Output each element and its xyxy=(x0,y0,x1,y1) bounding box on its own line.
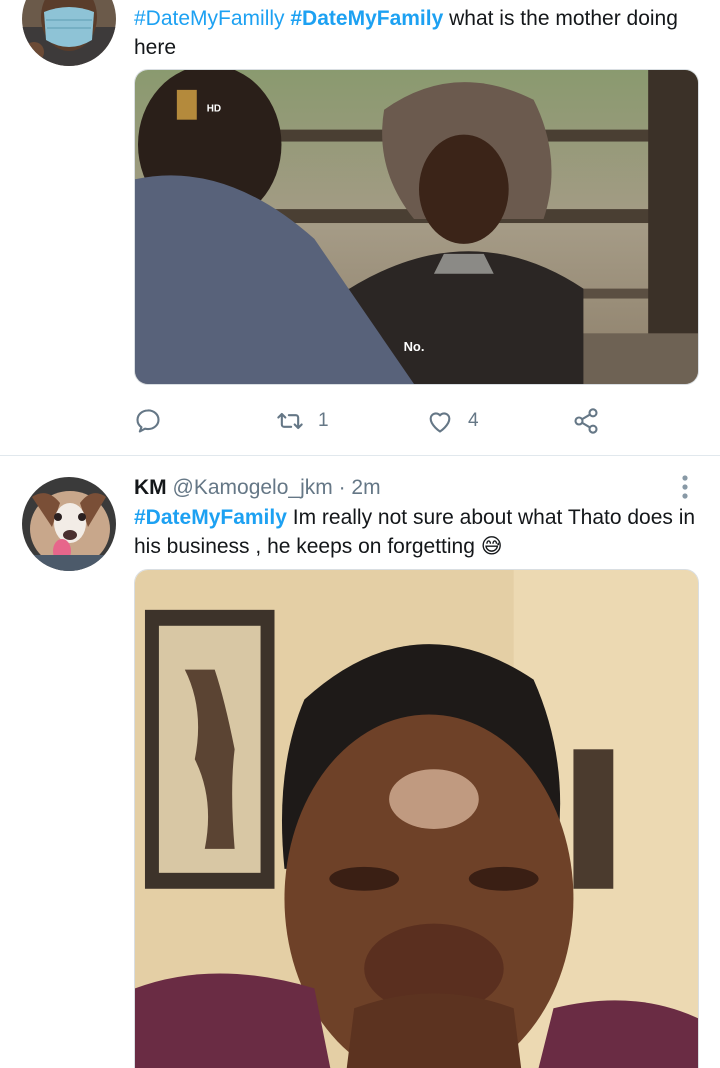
share-icon xyxy=(574,408,598,434)
hashtag-link[interactable]: #DateMyFamilly xyxy=(134,7,285,30)
like-count: 4 xyxy=(468,410,479,431)
tweet1-actions: 1 4 xyxy=(134,404,704,438)
timeline: #DateMyFamilly #DateMyFamily what is the… xyxy=(0,0,720,1068)
avatar-tweet2[interactable] xyxy=(22,477,116,571)
tweet2-text: #DateMyFamily Im really not sure about w… xyxy=(134,503,704,561)
video-subtitle: No. xyxy=(404,339,425,354)
reply-button[interactable] xyxy=(134,404,162,438)
retweet-icon xyxy=(277,412,303,430)
tweet1-image[interactable]: HD No. xyxy=(134,69,699,385)
tweet2-image[interactable] xyxy=(134,569,699,1068)
tweet-divider xyxy=(0,455,720,456)
share-button[interactable] xyxy=(572,404,600,438)
retweet-button[interactable]: 1 xyxy=(276,404,329,438)
retweet-count: 1 xyxy=(318,410,329,431)
reply-icon xyxy=(136,409,160,433)
hd-badge: HD xyxy=(207,104,221,115)
author-name[interactable]: KM xyxy=(134,476,167,499)
tweet-time[interactable]: 2m xyxy=(351,476,380,499)
meta-separator: · xyxy=(332,476,352,499)
heart-icon xyxy=(429,412,451,433)
tweet2-header: KM @Kamogelo_jkm · 2m xyxy=(134,474,381,502)
hashtag-link[interactable]: #DateMyFamily xyxy=(290,7,443,30)
avatar-tweet1[interactable] xyxy=(22,0,116,66)
more-vertical-icon[interactable] xyxy=(678,474,692,500)
hashtag-link[interactable]: #DateMyFamily xyxy=(134,506,287,529)
author-handle[interactable]: @Kamogelo_jkm xyxy=(173,476,333,499)
tweet1-text: #DateMyFamilly #DateMyFamily what is the… xyxy=(134,4,704,62)
emoji: 😅 xyxy=(480,535,503,558)
like-button[interactable]: 4 xyxy=(426,404,479,438)
